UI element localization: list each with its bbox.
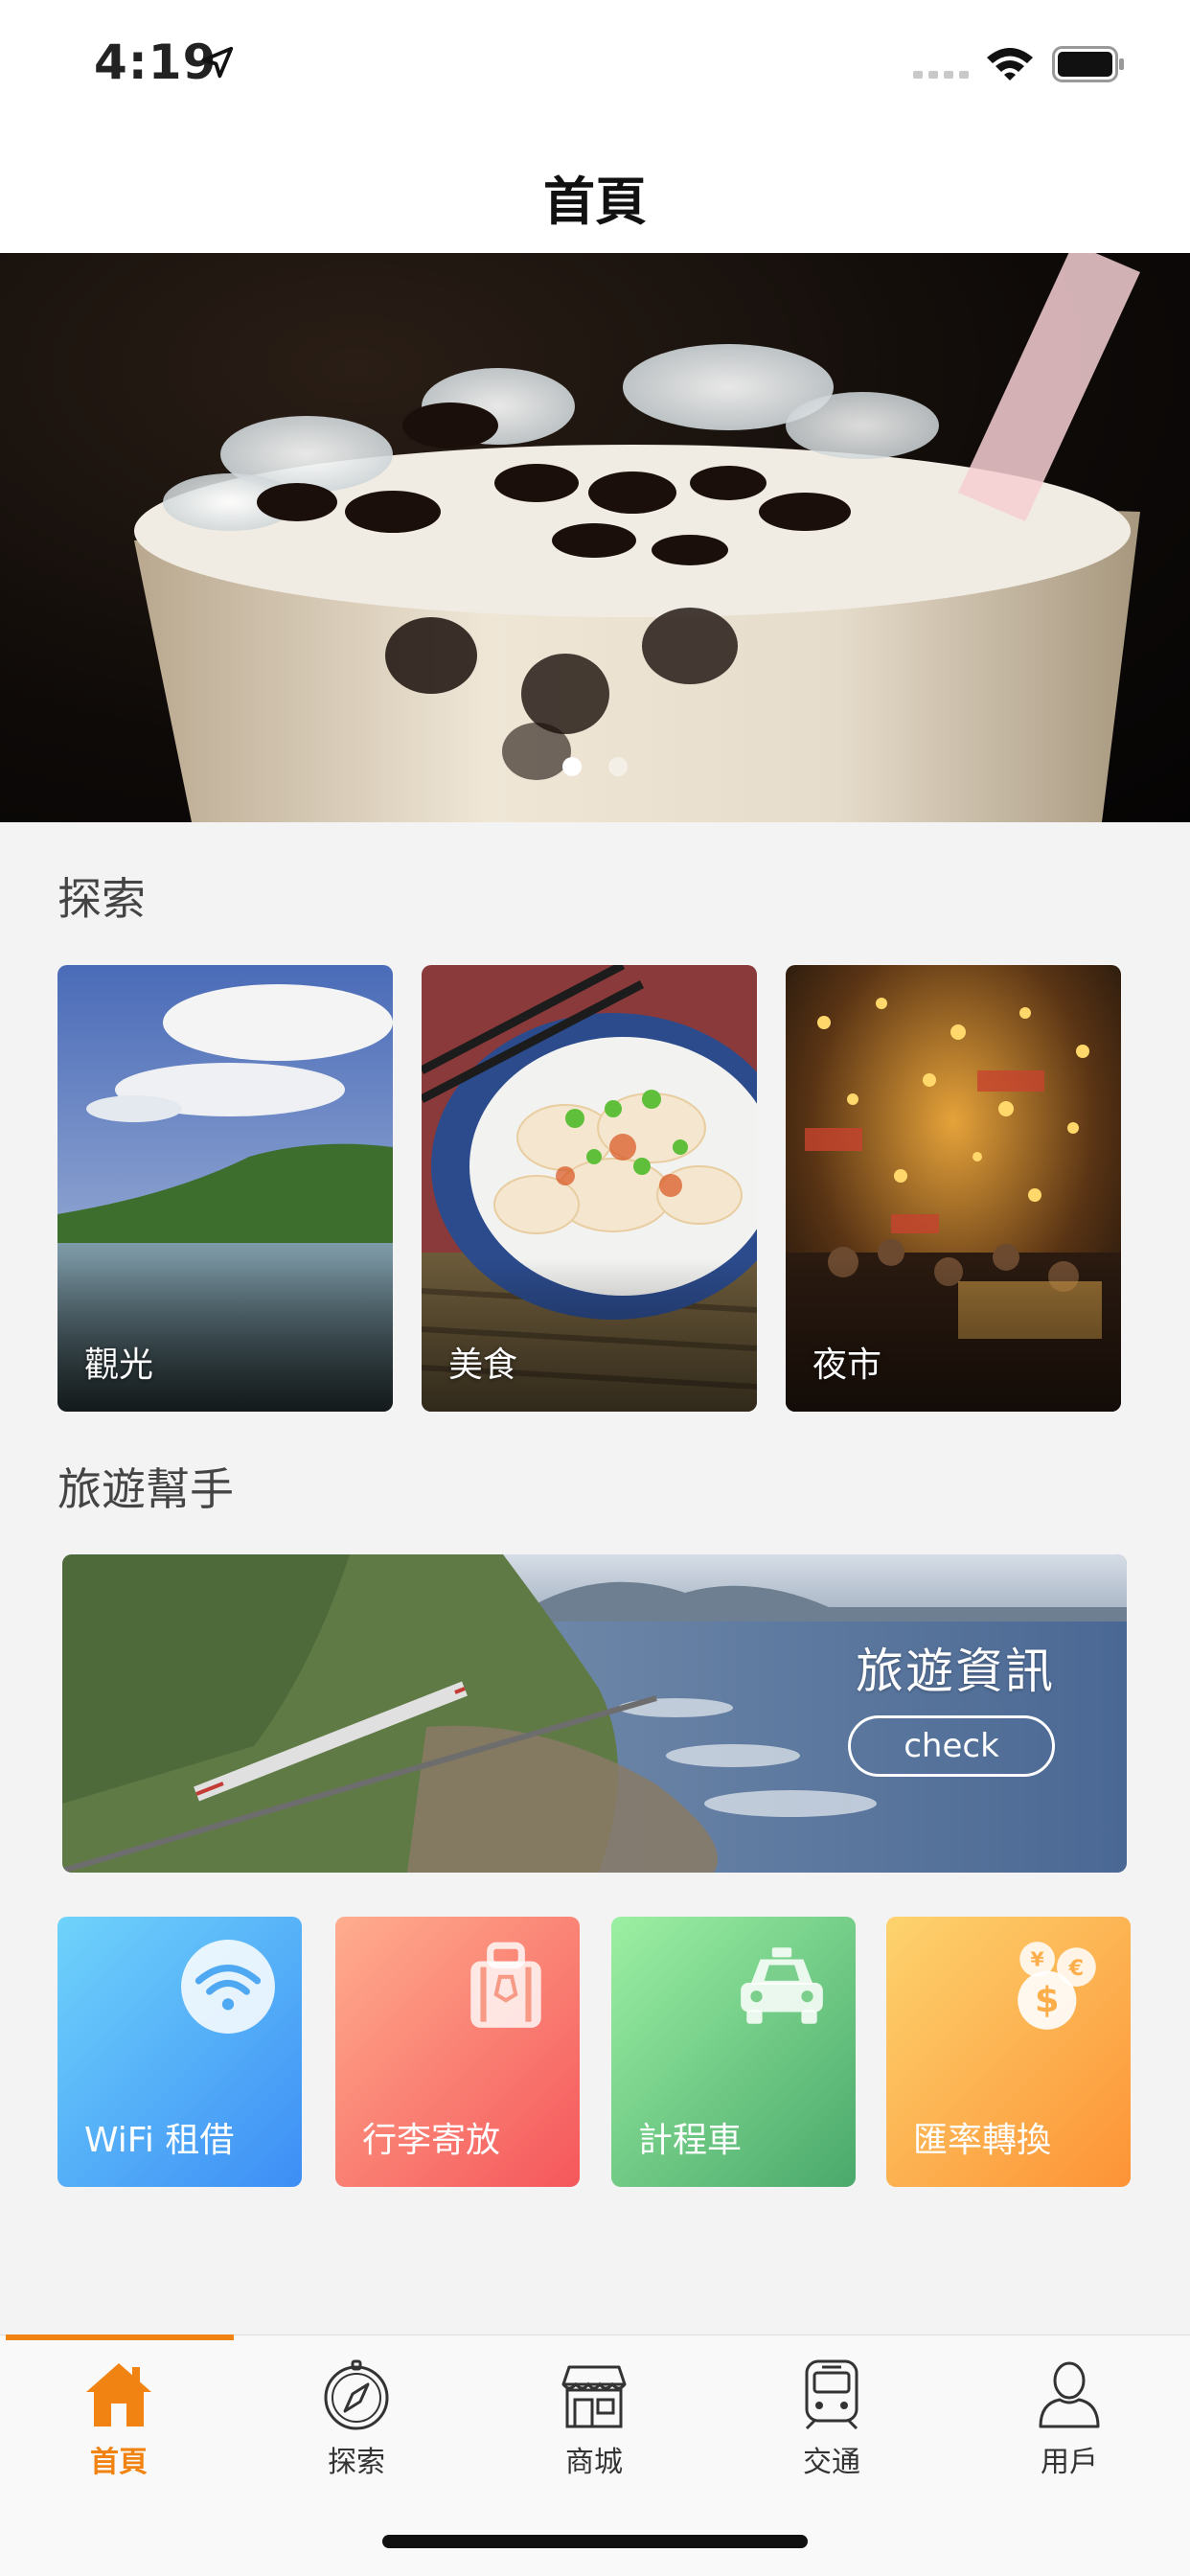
tile-label: 計程車 [638, 2121, 743, 2160]
tab-user[interactable]: 用戶 [973, 2350, 1165, 2484]
train-icon [805, 2359, 858, 2430]
wifi-rental-tile[interactable]: WiFi 租借 [57, 1917, 302, 2187]
active-tab-indicator [6, 2334, 234, 2340]
bubble-tea-photo [134, 253, 1140, 822]
wifi-icon [987, 48, 1033, 80]
taxi-tile[interactable]: 計程車 [611, 1917, 856, 2187]
explore-section-title: 探索 [57, 873, 146, 925]
carousel-dot-2[interactable] [608, 757, 628, 776]
carousel-dot-1[interactable] [562, 757, 582, 776]
explore-card-food[interactable]: 美食 [422, 965, 757, 1412]
tab-home[interactable]: 首頁 [23, 2350, 215, 2484]
signal-dots-icon [913, 71, 969, 79]
svg-text:¥: ¥ [1030, 1948, 1043, 1971]
location-arrow-icon [201, 46, 234, 79]
tile-label: 匯率轉換 [913, 2121, 1052, 2160]
store-icon [561, 2365, 627, 2428]
wifi-icon [181, 1940, 275, 2034]
svg-text:$: $ [1035, 1980, 1060, 2021]
tab-label: 交通 [803, 2446, 860, 2479]
tab-label: 首頁 [90, 2446, 148, 2479]
hero-carousel[interactable] [0, 253, 1190, 822]
travel-info-banner[interactable]: 旅遊資訊 check [62, 1554, 1127, 1873]
svg-text:€: € [1068, 1956, 1085, 1981]
currency-exchange-icon: ¥ € $ [1018, 1942, 1096, 2030]
coastal-train-photo [62, 1554, 1127, 1873]
carousel-indicator[interactable] [0, 757, 1190, 780]
tab-transport[interactable]: 交通 [736, 2350, 927, 2484]
home-icon [86, 2363, 151, 2426]
currency-exchange-tile[interactable]: ¥ € $ 匯率轉換 [886, 1917, 1131, 2187]
tab-label: 用戶 [1041, 2446, 1098, 2479]
check-button[interactable]: check [848, 1715, 1055, 1777]
tile-label: 行李寄放 [362, 2121, 501, 2160]
luggage-storage-tile[interactable]: 行李寄放 [335, 1917, 580, 2187]
helper-section-title: 旅遊幫手 [57, 1463, 234, 1515]
home-indicator[interactable] [382, 2535, 808, 2548]
compass-icon [324, 2359, 389, 2430]
user-icon [1039, 2361, 1100, 2428]
battery-icon [1052, 46, 1124, 82]
tab-label: 商城 [565, 2446, 623, 2479]
page-title: 首頁 [543, 172, 647, 232]
nav-bar: 首頁 [0, 134, 1190, 253]
tab-label: 探索 [328, 2446, 385, 2479]
explore-card-label: 美食 [448, 1346, 518, 1385]
explore-card-sightseeing[interactable]: 觀光 [57, 965, 393, 1412]
status-bar: 4:19 [0, 0, 1190, 134]
travel-info-title: 旅遊資訊 [856, 1644, 1055, 1699]
explore-card-label: 觀光 [84, 1346, 154, 1385]
tab-store[interactable]: 商城 [498, 2350, 690, 2484]
explore-card-night-market[interactable]: 夜市 [786, 965, 1121, 1412]
explore-card-label: 夜市 [812, 1346, 882, 1385]
tab-explore[interactable]: 探索 [261, 2350, 452, 2484]
taxi-icon [741, 1947, 823, 2024]
tile-label: WiFi 租借 [84, 2121, 235, 2160]
luggage-icon [470, 1942, 541, 2028]
